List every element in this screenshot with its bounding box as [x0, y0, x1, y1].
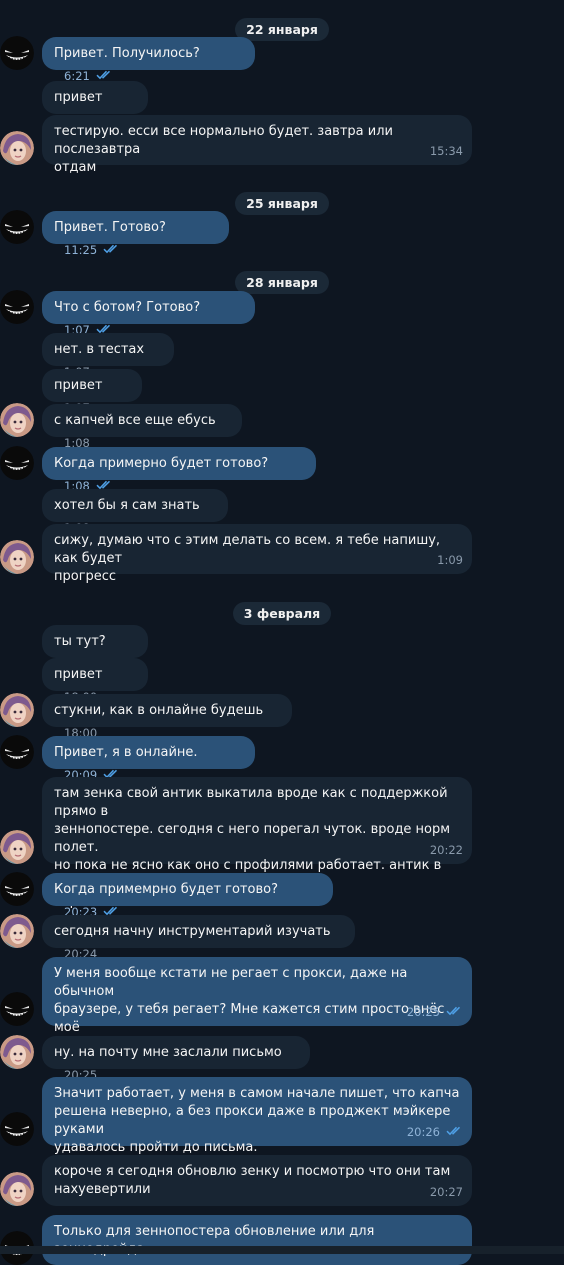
incoming-message[interactable]: ты тут?18:00 [42, 625, 148, 671]
message-meta: 11:25 [64, 241, 120, 259]
message-text: короче я сегодня обновлю зенку и посмотр… [54, 1164, 451, 1197]
incoming-message[interactable]: там зенка свой антик выкатила вроде как … [42, 777, 472, 909]
grin-face-avatar[interactable] [0, 872, 34, 906]
message-meta: 20:26 [407, 1123, 463, 1141]
incoming-message[interactable]: ну. на почту мне заслали письмо 20:25 [42, 1036, 310, 1082]
date-label: 28 января [235, 270, 329, 294]
composer-edge [0, 1246, 564, 1254]
grin-face-avatar[interactable] [0, 210, 34, 244]
message-text: Привет. Готово? [54, 220, 166, 235]
girl-avatar[interactable] [0, 540, 34, 574]
grin-face-avatar[interactable] [0, 36, 34, 70]
incoming-message[interactable]: стукни, как в онлайне будешь 18:00 [42, 694, 292, 740]
outgoing-message[interactable]: Только для зеннопостера обновление или д… [42, 1215, 472, 1265]
outgoing-message[interactable]: Значит работает, у меня в самом начале п… [42, 1077, 472, 1155]
incoming-message[interactable]: сегодня начну инструментарий изучать 20:2… [42, 915, 355, 961]
double-check-icon [446, 1123, 463, 1141]
girl-avatar[interactable] [0, 693, 34, 727]
girl-avatar[interactable] [0, 1172, 34, 1206]
outgoing-message[interactable]: Когда примемрно будет готово? 20:23 [42, 873, 333, 919]
date-label: 25 января [235, 191, 329, 215]
message-text: тестирую. есси все нормально будет. завт… [54, 124, 393, 175]
message-text: ты тут? [54, 634, 106, 649]
incoming-message[interactable]: короче я сегодня обновлю зенку и посмотр… [42, 1155, 472, 1206]
message-meta: 20:27 [430, 1183, 463, 1201]
message-text: с капчей все еще ебусь [54, 413, 216, 428]
incoming-message[interactable]: нет. в тестах1:07 [42, 333, 174, 379]
message-text: сижу, думаю что с этим делать со всем. я… [54, 533, 441, 584]
message-meta: 20:22 [430, 841, 463, 859]
message-text: привет [54, 378, 103, 393]
message-time: 20:26 [406, 1125, 440, 1139]
grin-face-avatar[interactable] [0, 446, 34, 480]
message-text: привет [54, 667, 103, 682]
message-text: ну. на почту мне заслали письмо [54, 1045, 282, 1060]
girl-avatar[interactable] [0, 830, 34, 864]
message-text: Когда примерно будет готово? [54, 456, 269, 471]
double-check-icon [446, 1003, 463, 1021]
message-time: 20:27 [429, 1185, 463, 1199]
date-label: 3 февраля [232, 601, 332, 625]
message-text: Значит работает, у меня в самом начале п… [54, 1086, 460, 1155]
girl-avatar[interactable] [0, 1035, 34, 1069]
incoming-message[interactable]: сижу, думаю что с этим делать со всем. я… [42, 524, 472, 584]
message-time: 1:09 [437, 553, 463, 567]
message-text: Привет. Получилось? [54, 46, 200, 61]
message-text: сегодня начну инструментарий изучать [54, 924, 331, 939]
incoming-message[interactable]: привет18:00 [42, 658, 148, 704]
double-check-icon [103, 241, 120, 259]
message-meta: 1:09 [437, 551, 463, 569]
incoming-message[interactable]: привет15:33 [42, 81, 148, 127]
grin-face-avatar[interactable] [0, 290, 34, 324]
message-text: Когда примемрно будет готово? [54, 882, 278, 897]
message-time: 20:25 [406, 1005, 440, 1019]
grin-face-avatar[interactable] [0, 992, 34, 1026]
message-meta: 20:25 [407, 1003, 463, 1021]
message-time: 15:34 [429, 144, 463, 158]
incoming-message[interactable]: хотел бы я сам знать1:08 [42, 489, 228, 535]
grin-face-avatar[interactable] [0, 1112, 34, 1146]
message-time: 11:25 [64, 243, 98, 257]
date-separator: 3 февраля [0, 600, 564, 626]
grin-face-avatar[interactable] [0, 735, 34, 769]
incoming-message[interactable]: тестирую. есси все нормально будет. завт… [42, 115, 472, 175]
outgoing-message[interactable]: Что с ботом? Готово? 1:07 [42, 291, 255, 337]
girl-avatar[interactable] [0, 403, 34, 437]
message-text: нет. в тестах [54, 342, 145, 357]
message-text: Привет, я в онлайне. [54, 745, 198, 760]
outgoing-message[interactable]: Когда примерно будет готово? 1:08 [42, 447, 316, 493]
outgoing-message[interactable]: Привет. Готово? 11:25 [42, 211, 229, 257]
message-text: стукни, как в онлайне будешь [54, 703, 264, 718]
message-text: Что с ботом? Готово? [54, 300, 201, 315]
date-label: 22 января [235, 17, 329, 41]
outgoing-message[interactable]: Привет, я в онлайне. 20:09 [42, 736, 255, 782]
message-meta: 15:34 [430, 142, 463, 160]
outgoing-message[interactable]: У меня вообще кстати не регает с прокси,… [42, 957, 472, 1053]
girl-avatar[interactable] [0, 914, 34, 948]
chat-history[interactable]: 22 января 25 января 28 января 3 февраля Прив… [0, 0, 564, 1265]
message-text: привет [54, 90, 103, 105]
message-time: 20:22 [429, 843, 463, 857]
incoming-message[interactable]: с капчей все еще ебусь 1:08 [42, 404, 242, 450]
incoming-message[interactable]: привет1:07 [42, 369, 142, 415]
girl-avatar[interactable] [0, 131, 34, 165]
message-text: хотел бы я сам знать [54, 498, 200, 513]
outgoing-message[interactable]: Привет. Получилось? 6:21 [42, 37, 255, 83]
